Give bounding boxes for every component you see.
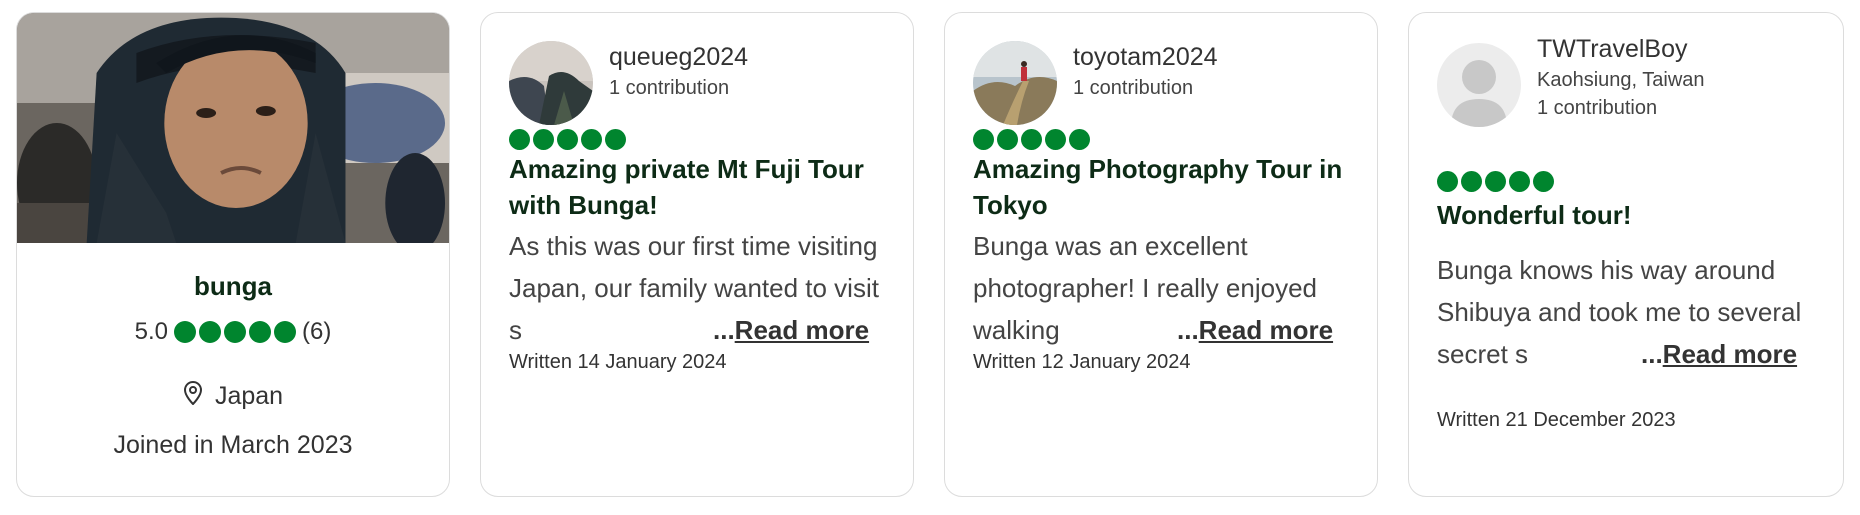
review-title[interactable]: Wonderful tour! <box>1437 197 1822 233</box>
read-more-label[interactable]: Read more <box>1663 339 1797 369</box>
rating-bubble <box>1485 171 1506 192</box>
review-card[interactable]: TWTravelBoy Kaohsiung, Taiwan 1 contribu… <box>1408 12 1844 497</box>
reviewer-avatar[interactable] <box>973 41 1057 125</box>
review-card[interactable]: queueg2024 1 contribution Amazing privat… <box>480 12 914 497</box>
rating-bubble <box>199 321 222 343</box>
joined-date: Joined in March 2023 <box>113 431 353 459</box>
review-bubbles <box>509 129 626 150</box>
rating-bubble <box>274 321 297 343</box>
written-date: Written 21 December 2023 <box>1437 409 1676 431</box>
review-title[interactable]: Amazing private Mt Fuji Tour with Bunga! <box>509 151 894 223</box>
rating-bubble <box>1461 171 1482 192</box>
contribution-count: 1 contribution <box>1073 77 1194 99</box>
rating-bubble <box>973 129 994 150</box>
rating-bubble <box>557 129 578 150</box>
read-more-label[interactable]: Read more <box>735 315 869 345</box>
rating-bubble <box>1069 129 1090 150</box>
read-more-ellipsis: ... <box>1177 315 1199 345</box>
contribution-count: 1 contribution <box>1537 97 1658 119</box>
rating-bubble <box>1509 171 1530 192</box>
review-card[interactable]: toyotam2024 1 contribution Amazing Photo… <box>944 12 1378 497</box>
rating-bubble <box>1437 171 1458 192</box>
guide-location: Japan <box>17 380 449 412</box>
reviewer-hometown: Kaohsiung, Taiwan <box>1537 69 1705 91</box>
guide-name[interactable]: bunga <box>17 271 449 302</box>
reviewer-name[interactable]: toyotam2024 <box>1073 43 1218 72</box>
guide-profile-card[interactable]: bunga 5.0 (6) Japan Joined in March 2023 <box>16 12 450 497</box>
text-fade <box>1145 309 1175 351</box>
reviewer-avatar[interactable] <box>509 41 593 125</box>
text-fade <box>1609 333 1639 375</box>
read-more-link[interactable]: ...Read more <box>1175 309 1334 351</box>
written-date: Written 12 January 2024 <box>973 351 1191 373</box>
rating-bubbles <box>174 321 297 343</box>
location-text: Japan <box>214 382 284 410</box>
profile-photo <box>17 13 449 243</box>
rating-bubble <box>224 321 247 343</box>
read-more-label[interactable]: Read more <box>1199 315 1333 345</box>
guide-rating: 5.0 (6) <box>17 318 449 346</box>
reviewer-name[interactable]: TWTravelBoy <box>1537 35 1687 64</box>
contribution-count: 1 contribution <box>609 77 730 99</box>
read-more-ellipsis: ... <box>713 315 735 345</box>
rating-bubble <box>1045 129 1066 150</box>
location-pin-icon <box>183 380 203 412</box>
rating-bubble <box>1021 129 1042 150</box>
rating-bubble <box>249 321 272 343</box>
rating-bubble <box>533 129 554 150</box>
written-date: Written 14 January 2024 <box>509 351 727 373</box>
read-more-ellipsis: ... <box>1641 339 1663 369</box>
rating-bubble <box>581 129 602 150</box>
rating-bubble <box>605 129 626 150</box>
reviewer-avatar[interactable] <box>1437 43 1521 127</box>
reviewer-name[interactable]: queueg2024 <box>609 43 748 72</box>
rating-value: 5.0 <box>134 318 169 345</box>
rating-bubble <box>997 129 1018 150</box>
review-bubbles <box>1437 171 1554 192</box>
rating-bubble <box>1533 171 1554 192</box>
rating-bubble <box>174 321 197 343</box>
text-fade <box>681 309 711 351</box>
review-bubbles <box>973 129 1090 150</box>
read-more-link[interactable]: ...Read more <box>711 309 870 351</box>
rating-bubble <box>509 129 530 150</box>
read-more-link[interactable]: ...Read more <box>1639 333 1798 375</box>
review-title[interactable]: Amazing Photography Tour in Tokyo <box>973 151 1358 223</box>
review-count[interactable]: (6) <box>302 318 331 346</box>
